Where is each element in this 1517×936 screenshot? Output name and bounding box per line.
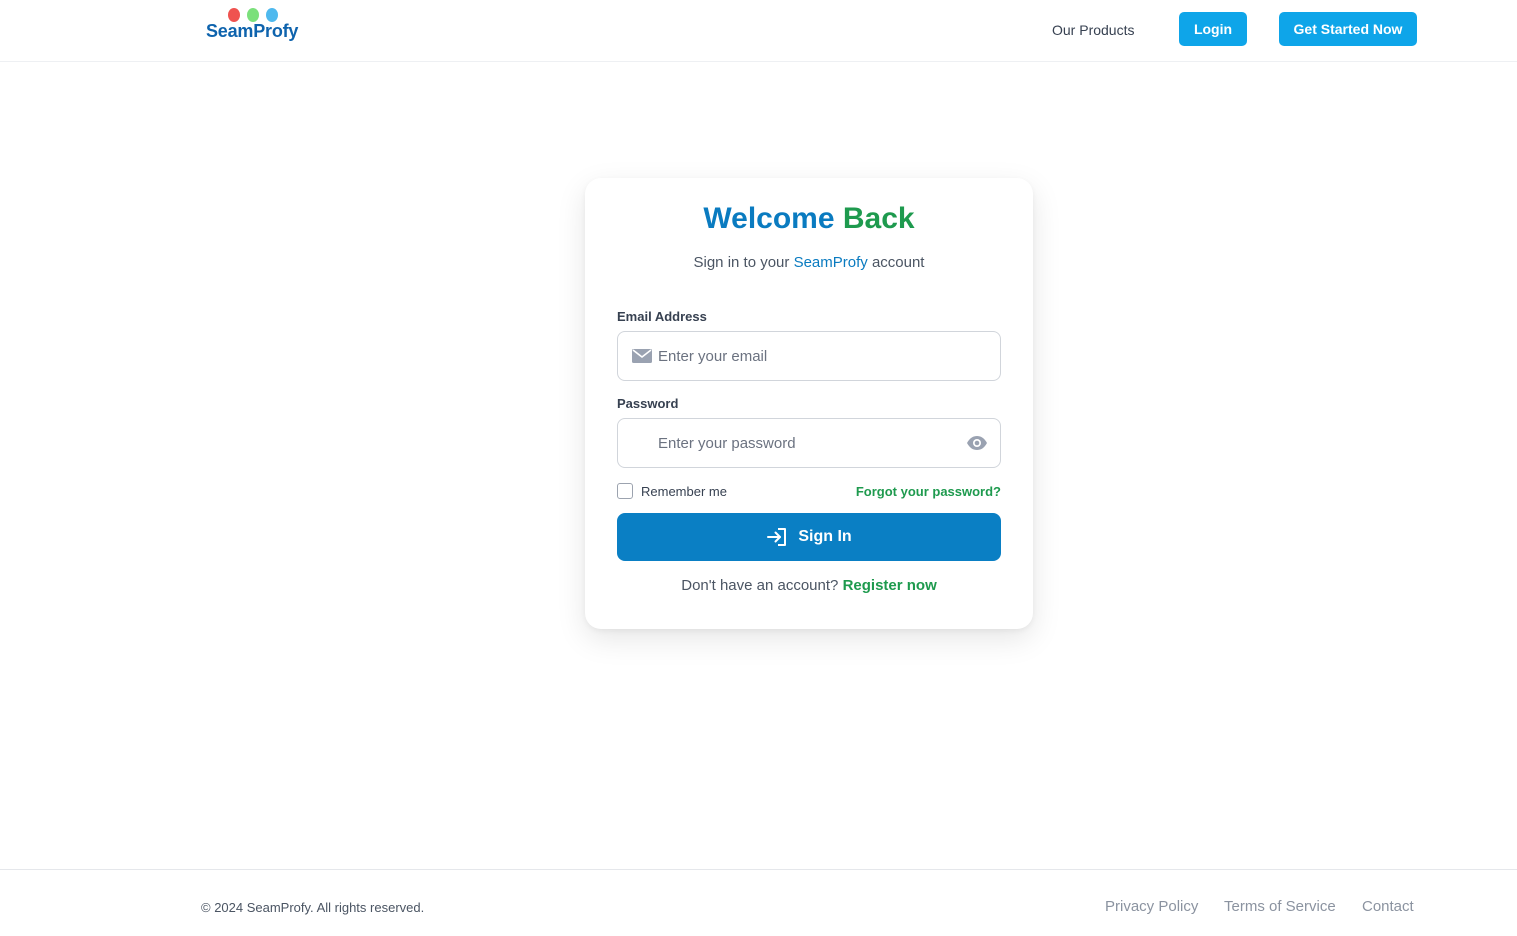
remember-checkbox[interactable] [617,483,633,499]
logo-dot-blue [266,8,278,22]
title-back: Back [842,202,915,235]
login-button[interactable]: Login [1179,12,1247,46]
footer: © 2024 SeamProfy. All rights reserved. P… [0,869,1517,936]
remember-me[interactable]: Remember me [617,482,727,500]
register-link[interactable]: Register now [843,577,937,594]
forgot-password-link[interactable]: Forgot your password? [856,484,1001,499]
sign-in-arrow-icon [767,528,787,546]
subtitle: Sign in to your SeamProfy account [585,254,1033,271]
password-label: Password [617,396,679,411]
logo[interactable]: SeamProfy [206,8,306,44]
eye-icon[interactable] [966,435,988,451]
password-input[interactable] [658,419,958,467]
sign-in-label: Sign In [798,528,852,545]
logo-text: SeamProfy [206,21,299,41]
remember-label: Remember me [641,483,727,499]
sign-in-button[interactable]: Sign In [617,513,1001,561]
copyright-text: © 2024 SeamProfy. All rights reserved. [201,900,425,915]
logo-dot-green [247,8,259,22]
subtitle-brand: SeamProfy [793,254,868,271]
terms-of-service-link[interactable]: Terms of Service [1224,898,1336,915]
mail-icon [632,349,652,363]
top-header: SeamProfy Our Products Login Get Started… [0,0,1517,62]
password-field-wrapper [617,418,1001,468]
subtitle-suffix: account [871,254,925,271]
register-prompt: Don't have an account? Register now [585,577,1033,594]
privacy-policy-link[interactable]: Privacy Policy [1105,898,1198,915]
subtitle-prefix: Sign in to your [693,254,790,271]
email-field-wrapper [617,331,1001,381]
contact-link[interactable]: Contact [1362,898,1414,915]
page-title: Welcome Back [585,202,1033,236]
email-input[interactable] [658,332,958,380]
login-card: Welcome Back Sign in to your SeamProfy a… [585,178,1033,629]
nav-our-products[interactable]: Our Products [1052,22,1134,38]
title-welcome: Welcome [703,202,835,235]
logo-dot-red [228,8,240,22]
email-label: Email Address [617,309,707,324]
get-started-button[interactable]: Get Started Now [1279,12,1417,46]
register-prompt-text: Don't have an account? [681,577,839,594]
